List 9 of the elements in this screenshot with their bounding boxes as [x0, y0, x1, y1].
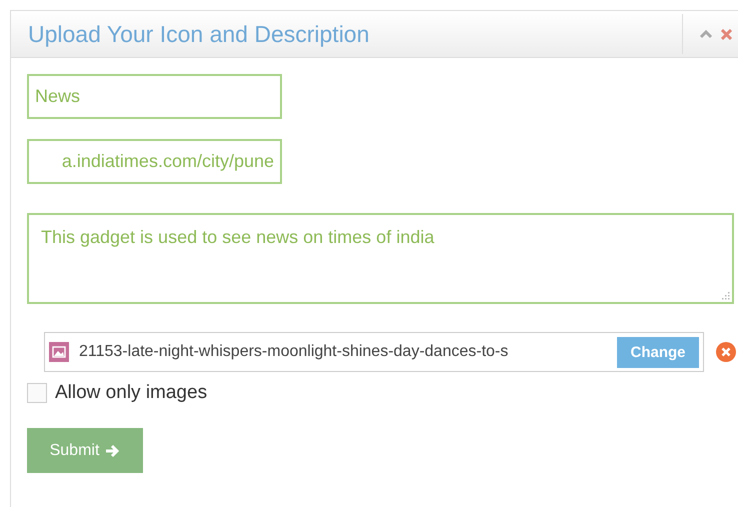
text-field[interactable]: a.indiatimes.com/city/pune [27, 139, 282, 184]
description-field[interactable]: This gadget is used to see news on times of india [27, 213, 734, 304]
text-field[interactable]: News [27, 74, 282, 119]
submit-button[interactable]: Submit [27, 428, 143, 473]
file-field[interactable]: 21153-late-night-whispers-moonlight-shines-day-dances-to-s Change [44, 332, 704, 372]
checkbox-label: Allow only images [55, 382, 208, 404]
panel-title: Upload Your Icon and Description [28, 20, 370, 48]
file-name: 21153-late-night-whispers-moonlight-shines-day-dances-to-s [79, 343, 510, 361]
change-button[interactable]: Change [617, 336, 699, 368]
